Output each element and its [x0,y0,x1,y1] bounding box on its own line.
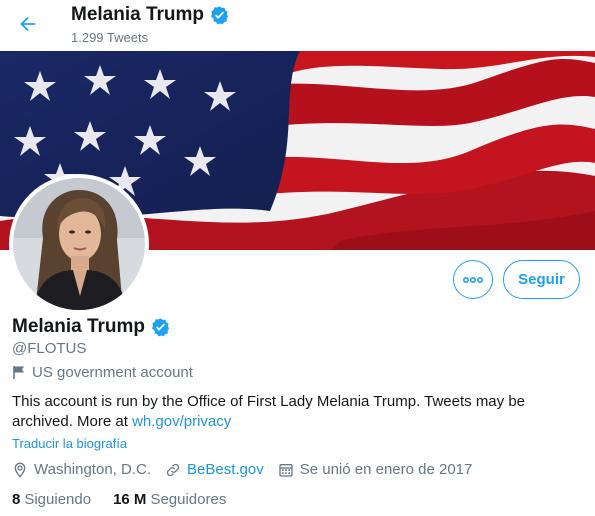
profile-name-text: Melania Trump [12,316,146,337]
back-button[interactable] [12,8,44,40]
government-account-label[interactable]: US government account [12,364,193,381]
avatar-photo [13,178,145,310]
following-label: Siguiendo [24,491,92,508]
translate-bio-link[interactable]: Traducir la biografía [12,436,127,451]
location-text: Washington, D.C. [34,461,151,478]
followers-count: 16 M [113,491,147,508]
profile-avatar[interactable] [9,174,149,314]
account-label-text: US government account [32,364,193,381]
profile-meta: Washington, D.C. BeBest.gov Se unió en e… [12,461,486,478]
profile-handle: @FLOTUS [12,340,87,357]
back-arrow-icon [20,16,36,32]
header-title: Melania Trump [71,4,230,26]
verified-badge-icon [210,5,229,24]
following-stat[interactable]: 8 Siguiendo [12,491,91,508]
followers-label: Seguidores [150,491,227,508]
joined-text: Se unió en enero de 2017 [299,461,473,478]
profile-bio: This account is run by the Office of Fir… [12,392,587,432]
joined-item: Se unió en enero de 2017 [278,461,473,478]
more-options-button[interactable] [453,260,493,299]
profile-name: Melania Trump [12,316,171,338]
bio-privacy-link[interactable]: wh.gov/privacy [132,413,231,430]
following-count: 8 [12,491,21,508]
follow-button[interactable]: Seguir [503,260,580,299]
tweet-count: 1.299 Tweets [71,30,149,45]
website-link[interactable]: BeBest.gov [187,461,264,478]
website-item: BeBest.gov [165,461,264,478]
link-icon [166,463,180,476]
flag-icon [13,366,24,379]
profile-stats: 8 Siguiendo 16 M Seguidores [12,491,248,508]
location-item: Washington, D.C. [12,461,151,478]
verified-badge-icon [151,317,170,336]
header-name-text: Melania Trump [71,4,205,25]
more-icon [463,276,483,283]
followers-stat[interactable]: 16 M Seguidores [113,491,226,508]
profile-header: Melania Trump 1.299 Tweets [0,0,595,50]
bio-text: This account is run by the Office of Fir… [12,393,526,430]
location-icon [14,462,26,478]
calendar-icon [279,463,293,477]
